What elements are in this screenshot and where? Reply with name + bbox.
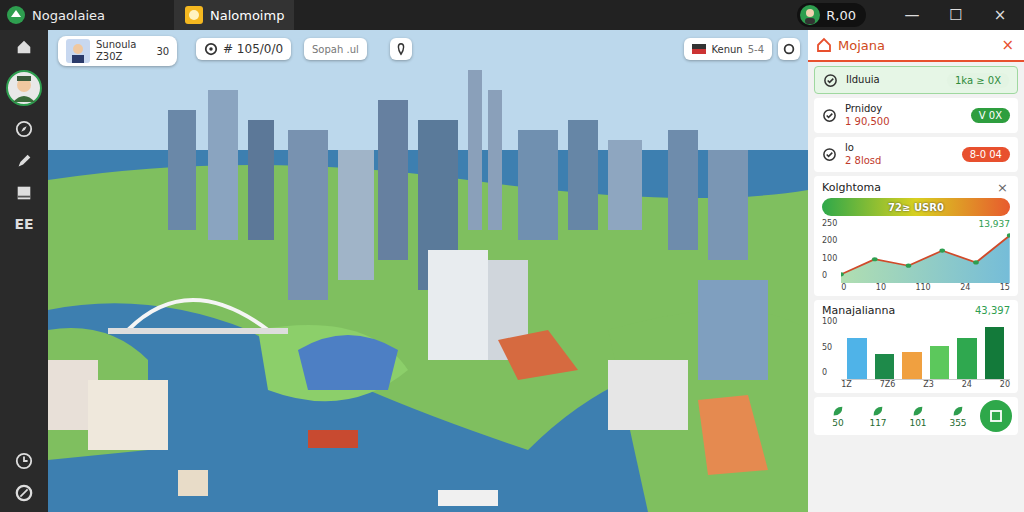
line-chart-card: Kolghtoma× 72≥ USR0 2502001000 13,937 01…	[814, 176, 1018, 296]
player-sub: Z30Z	[96, 51, 136, 63]
tab[interactable]: Nalomoimp	[174, 0, 294, 30]
player-value: 30	[156, 46, 169, 57]
leaf-icon	[871, 404, 885, 418]
window-control[interactable]: ☐	[938, 6, 974, 24]
settings-button[interactable]	[778, 38, 800, 60]
counter-pill[interactable]: # 105/0/0	[196, 38, 291, 60]
bar	[902, 352, 921, 379]
data-point	[1007, 233, 1010, 237]
avatar-icon[interactable]	[6, 70, 42, 106]
avatar-icon	[800, 5, 820, 25]
resource-icon	[823, 73, 838, 88]
pin-button[interactable]	[390, 38, 412, 60]
scale-bar: 72≥ USR0	[822, 198, 1010, 216]
stat-item[interactable]: 101	[900, 404, 936, 428]
logo-icon	[6, 5, 26, 25]
sidebar: EE	[0, 30, 48, 512]
title-bar: Nogaolaiea Nalomoimp R,00 — ☐ ×	[0, 0, 1024, 30]
resource-icon	[822, 108, 837, 123]
resource-icon	[822, 147, 837, 162]
bar	[957, 338, 976, 379]
bar	[930, 346, 949, 379]
bar-chart	[841, 317, 1010, 380]
window-control[interactable]: ×	[982, 6, 1018, 24]
panel-icon[interactable]	[15, 184, 33, 202]
leaf-icon	[911, 404, 925, 418]
sidebar-label[interactable]: EE	[14, 216, 33, 232]
bar	[985, 327, 1004, 379]
brand: Nogaolaiea	[6, 5, 166, 25]
settings-icon[interactable]	[15, 484, 33, 502]
data-point	[940, 248, 946, 252]
compass-icon[interactable]	[15, 120, 33, 138]
bar-chart-card: Manajalianna43,397 100500 1Z7Z6Z32420	[814, 300, 1018, 393]
player-card[interactable]: Sunoula Z30Z 30	[58, 36, 177, 66]
panel-header: Mojana ×	[808, 30, 1024, 62]
search-pill[interactable]: Sopah .ul	[304, 38, 367, 60]
close-button[interactable]: ×	[995, 180, 1010, 195]
window-title: Nogaolaiea	[32, 8, 105, 23]
data-point	[841, 272, 844, 276]
stat-item[interactable]: 117	[860, 404, 896, 428]
balance: R,00	[797, 3, 866, 27]
resource-row[interactable]: Prnidoy 1 90,500 V 0X	[814, 98, 1018, 133]
action-button[interactable]	[980, 400, 1012, 432]
stat-item[interactable]: 355	[940, 404, 976, 428]
close-button[interactable]: ×	[999, 36, 1016, 54]
data-point	[906, 264, 912, 268]
data-point	[973, 260, 979, 264]
resource-badge: 8-0 04	[962, 147, 1010, 162]
house-icon	[816, 37, 832, 53]
city-view[interactable]: Sunoula Z30Z 30 # 105/0/0 Sopah .ul Kenu…	[48, 30, 808, 512]
line-chart	[841, 229, 1010, 283]
resource-row[interactable]: Ilduuia 1ka ≥ 0X	[814, 66, 1018, 94]
pin-icon	[394, 42, 408, 56]
game-window: Nogaolaiea Nalomoimp R,00 — ☐ × EE Sunoula…	[0, 0, 1024, 512]
bar	[847, 338, 866, 379]
target-icon	[204, 42, 218, 56]
home-icon[interactable]	[15, 38, 33, 56]
bar	[875, 354, 894, 379]
city-scene	[48, 30, 808, 512]
gear-icon	[782, 42, 796, 56]
square-icon	[988, 408, 1004, 424]
clock-icon[interactable]	[15, 452, 33, 470]
flag-icon	[692, 44, 706, 54]
stats-strip: 50 117 101 355	[814, 397, 1018, 435]
resource-badge: V 0X	[971, 108, 1010, 123]
pen-icon[interactable]	[15, 152, 33, 170]
player-name: Sunoula	[96, 39, 136, 51]
data-point	[872, 257, 878, 261]
leaf-icon	[951, 404, 965, 418]
window-control[interactable]: —	[894, 6, 930, 24]
avatar-icon	[66, 39, 90, 63]
leaf-icon	[831, 404, 845, 418]
side-panel: Mojana × Ilduuia 1ka ≥ 0X Prnidoy 1 90,5…	[808, 30, 1024, 512]
resource-badge: 1ka ≥ 0X	[947, 73, 1009, 88]
stat-item[interactable]: 50	[820, 404, 856, 428]
resource-row[interactable]: lo 2 8losd 8-0 04	[814, 137, 1018, 172]
region-pill[interactable]: Kenun5-4	[684, 38, 772, 60]
coin-icon	[184, 5, 204, 25]
